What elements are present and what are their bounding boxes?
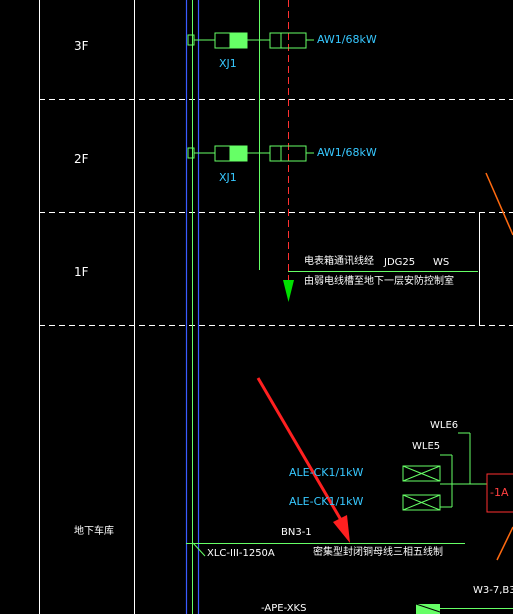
row-2f-xj1: XJ1	[219, 171, 237, 184]
label-w3: W3-7,B3	[473, 585, 513, 596]
row-3f-xj1: XJ1	[219, 57, 237, 70]
label-ale-1: ALE-CK1/1kW	[289, 466, 364, 479]
cad-drawing-canvas	[39, 0, 513, 614]
orange-line-1	[485, 172, 513, 236]
label-wle5: WLE5	[412, 441, 441, 452]
row-2f-feeder: AW1/68kW	[317, 146, 377, 159]
label-busway-desc: 密集型封闭铜母线三相五线制	[313, 547, 443, 558]
label-wle6: WLE6	[430, 420, 459, 431]
vertical-bus	[185, 0, 200, 614]
note-1f-line1-mid: JDG25	[384, 257, 416, 268]
note-1f-line2: 由弱电线槽至地下一层安防控制室	[304, 276, 454, 287]
floor-label-1f: 1F	[74, 265, 89, 279]
row-3f-feeder: AW1/68kW	[317, 33, 377, 46]
orange-line-2	[496, 526, 513, 561]
floor-dividers	[39, 99, 513, 326]
row-2f-equipment	[187, 145, 314, 162]
note-1f-line1-right: WS	[433, 257, 450, 268]
annotation-arrow-icon	[256, 377, 350, 543]
label-xlc: XLC-III-1250A	[207, 548, 275, 559]
label-ape-xks: -APE-XKS	[261, 603, 307, 614]
floor-label-2f: 2F	[74, 152, 89, 166]
row-3f-equipment	[187, 32, 314, 49]
floor-label-basement: 地下车库	[74, 526, 114, 537]
label-ale-2: ALE-CK1/1kW	[289, 495, 364, 508]
floor-label-3f: 3F	[74, 39, 89, 53]
label-bn3-1: BN3-1	[281, 527, 312, 538]
note-1f-line1-left: 电表箱通讯线经	[304, 256, 374, 267]
down-arrow-icon	[283, 280, 294, 302]
label-1a: -1A	[490, 486, 509, 499]
